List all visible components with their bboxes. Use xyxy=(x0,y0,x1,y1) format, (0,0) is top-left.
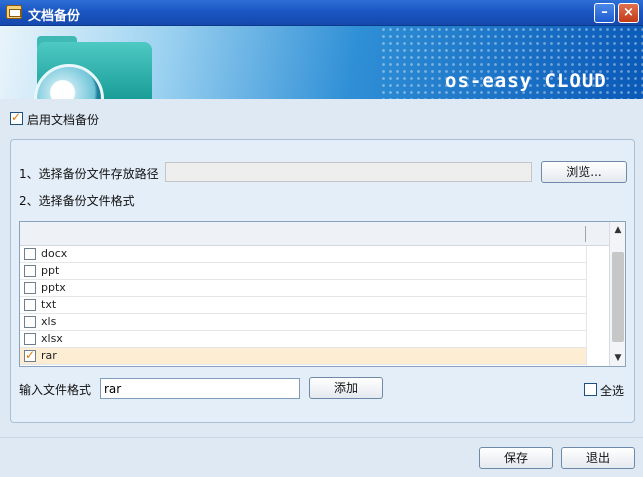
list-scrollbar[interactable]: ▲ ▼ xyxy=(609,222,625,366)
row-checkbox[interactable] xyxy=(24,265,36,277)
row-checkbox[interactable] xyxy=(24,248,36,260)
title-bar: 文档备份 – × xyxy=(0,0,643,26)
row-checkbox[interactable] xyxy=(24,333,36,345)
list-item[interactable]: pptx xyxy=(20,280,586,297)
list-item-selected[interactable]: rar xyxy=(20,348,586,365)
column-gridline xyxy=(586,246,587,366)
format-input[interactable] xyxy=(100,378,300,399)
row-label: xlsx xyxy=(41,332,63,345)
minimize-button[interactable]: – xyxy=(594,3,615,23)
enable-backup-checkbox[interactable] xyxy=(10,110,23,125)
format-label: 2、选择备份文件格式 xyxy=(19,194,135,208)
list-item[interactable]: xlsx xyxy=(20,331,586,348)
exit-button[interactable]: 退出 xyxy=(561,447,635,469)
list-item[interactable]: docx xyxy=(20,246,586,263)
scroll-up-icon[interactable]: ▲ xyxy=(610,222,625,238)
save-button[interactable]: 保存 xyxy=(479,447,553,469)
row-label: xls xyxy=(41,315,57,328)
add-button[interactable]: 添加 xyxy=(309,377,383,399)
path-field[interactable] xyxy=(165,162,532,182)
row-checkbox[interactable] xyxy=(24,316,36,328)
path-label: 1、选择备份文件存放路径 xyxy=(19,167,159,181)
row-label: rar xyxy=(41,349,57,362)
row-label: docx xyxy=(41,247,68,260)
list-header xyxy=(20,222,609,246)
format-list[interactable]: docx ppt pptx txt xls xlsx rar ▲ ▼ xyxy=(19,221,626,367)
list-item[interactable]: xls xyxy=(20,314,586,331)
row-label: pptx xyxy=(41,281,66,294)
format-input-label: 输入文件格式 xyxy=(19,383,92,397)
enable-backup-label: 启用文档备份 xyxy=(27,113,100,127)
list-item[interactable]: txt xyxy=(20,297,586,314)
row-checkbox[interactable] xyxy=(24,299,36,311)
scroll-down-icon[interactable]: ▼ xyxy=(610,350,625,366)
list-item[interactable]: ppt xyxy=(20,263,586,280)
browse-button[interactable]: 浏览... xyxy=(541,161,627,183)
select-all-label: 全选 xyxy=(600,384,625,398)
scroll-thumb[interactable] xyxy=(612,252,624,342)
select-all-checkbox[interactable] xyxy=(584,383,597,396)
column-divider xyxy=(585,226,586,242)
app-icon xyxy=(6,5,22,19)
window-title: 文档备份 xyxy=(28,9,81,24)
footer-divider xyxy=(0,437,643,438)
close-button[interactable]: × xyxy=(618,3,639,23)
banner: os-easy CLOUD xyxy=(0,26,643,99)
row-label: txt xyxy=(41,298,57,311)
brand-logo: os-easy CLOUD xyxy=(445,70,607,92)
row-checkbox[interactable] xyxy=(24,348,36,362)
row-label: ppt xyxy=(41,264,60,277)
row-checkbox[interactable] xyxy=(24,282,36,294)
